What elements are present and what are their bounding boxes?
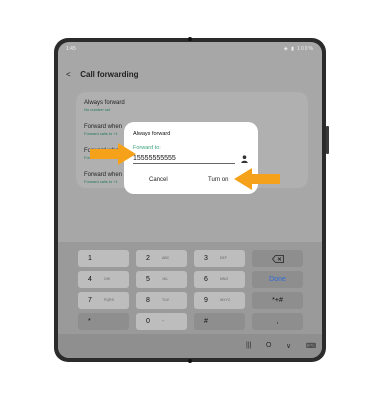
comma-key[interactable]: , — [252, 313, 303, 330]
hinge-bottom — [188, 359, 192, 363]
key-1[interactable]: 1 — [78, 250, 129, 267]
key-3[interactable]: 3 DEF — [194, 250, 245, 267]
key-letters: MNO — [220, 277, 229, 281]
key-4[interactable]: 4 GHI — [78, 271, 129, 288]
key-9[interactable]: 9 WXYZ — [194, 292, 245, 309]
key-digit: 0 — [146, 318, 150, 325]
key-digit: 5 — [146, 276, 150, 283]
arrow-pointing-turn-on-icon — [234, 168, 280, 190]
key-letters: PQRS — [104, 298, 114, 302]
key-symbol: * — [88, 318, 91, 325]
option-subtitle: Forward calls to +1 — [84, 179, 118, 184]
pause-label: *+# — [272, 297, 283, 304]
numeric-keypad: 1 2 ABC 3 DEF 4 GHI 5 JKL 6 MNO Done 7 P… — [58, 242, 322, 334]
key-symbol: # — [204, 318, 208, 325]
option-always-forward[interactable]: Always forward No number set — [84, 100, 125, 112]
option-title: Forward when — [84, 124, 123, 130]
key-letters: DEF — [220, 256, 227, 260]
key-digit: 2 — [146, 255, 150, 262]
status-time: 1:45 — [66, 46, 76, 52]
key-letters: GHI — [104, 277, 111, 281]
key-digit: 8 — [146, 297, 150, 304]
status-icons: ◈ ▮ 100% — [283, 46, 314, 52]
page-title: Call forwarding — [80, 70, 139, 79]
back-icon[interactable]: ∨ — [286, 342, 291, 350]
recents-icon[interactable]: ||| — [246, 342, 251, 349]
comma-label: , — [276, 318, 279, 325]
cancel-button[interactable]: Cancel — [149, 177, 168, 183]
option-subtitle: No number set — [84, 107, 111, 112]
home-icon[interactable]: O — [266, 342, 271, 349]
key-8[interactable]: 8 TUV — [136, 292, 187, 309]
backspace-icon — [252, 255, 303, 265]
done-key[interactable]: Done — [252, 271, 303, 288]
forward-number-input[interactable]: 15555555555 — [133, 155, 235, 164]
screen: 1:45 ◈ ▮ 100% < Call forwarding Always f… — [58, 42, 322, 358]
hinge-top — [188, 37, 192, 41]
done-label: Done — [269, 276, 286, 283]
key-0[interactable]: 0 + — [136, 313, 187, 330]
person-icon[interactable] — [241, 155, 248, 165]
option-subtitle: Forward calls to +1 — [84, 131, 118, 136]
key-letters: JKL — [162, 277, 169, 281]
option-title: Always forward — [84, 100, 125, 106]
key-7[interactable]: 7 PQRS — [78, 292, 129, 309]
key-2[interactable]: 2 ABC — [136, 250, 187, 267]
key-letters: WXYZ — [220, 298, 231, 302]
key-hash[interactable]: # — [194, 313, 245, 330]
page-header: < Call forwarding — [66, 70, 138, 84]
phone-device: 1:45 ◈ ▮ 100% < Call forwarding Always f… — [54, 37, 329, 363]
arrow-pointing-input-icon — [90, 143, 136, 165]
key-digit: 9 — [204, 297, 208, 304]
key-5[interactable]: 5 JKL — [136, 271, 187, 288]
key-digit: 3 — [204, 255, 208, 262]
key-letters: + — [162, 319, 165, 323]
option-title: Forward when — [84, 172, 123, 178]
key-digit: 7 — [88, 297, 92, 304]
forward-to-label: Forward to: — [133, 145, 161, 151]
backspace-key[interactable] — [252, 250, 303, 267]
key-digit: 6 — [204, 276, 208, 283]
status-bar: 1:45 ◈ ▮ 100% — [58, 42, 322, 54]
option-forward-when-unreachable[interactable]: Forward when Forward calls to +1 — [84, 172, 122, 184]
key-digit: 4 — [88, 276, 92, 283]
key-star[interactable]: * — [78, 313, 129, 330]
dialog-title: Always forward — [133, 131, 171, 137]
pause-key[interactable]: *+# — [252, 292, 303, 309]
keyboard-icon[interactable]: ⌨ — [306, 342, 316, 350]
turn-on-button[interactable]: Turn on — [208, 177, 228, 183]
option-forward-when-busy[interactable]: Forward when Forward calls to +1 — [84, 124, 122, 136]
key-digit: 1 — [88, 255, 92, 262]
navigation-bar: ||| O ∨ ⌨ — [58, 334, 322, 358]
back-arrow-icon[interactable]: < — [66, 70, 78, 79]
key-letters: ABC — [162, 256, 170, 260]
key-6[interactable]: 6 MNO — [194, 271, 245, 288]
side-button — [326, 126, 329, 154]
key-letters: TUV — [162, 298, 169, 302]
